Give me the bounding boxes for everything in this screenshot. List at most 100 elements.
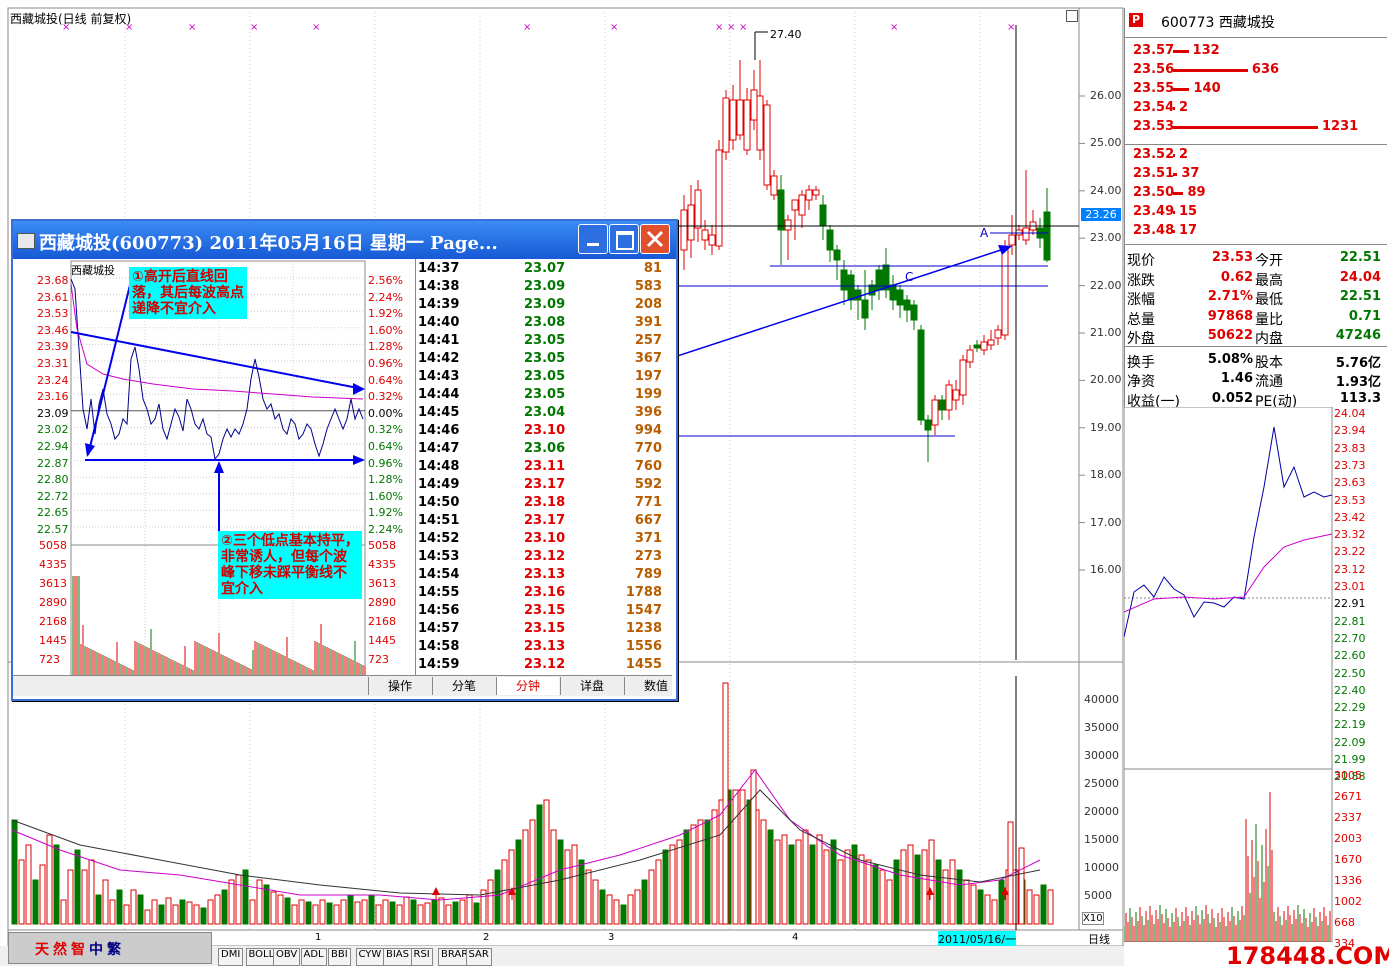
tool-button[interactable]: 中 (89, 939, 103, 959)
volume-bar (816, 834, 823, 925)
tick-row: 14:40 23.08 391 (416, 315, 674, 333)
tick-time: 14:38 (418, 279, 460, 294)
ask-price: 23.56 (1133, 62, 1175, 77)
volume-bar (396, 904, 403, 925)
volume-bar (102, 879, 109, 925)
intraday-pct-tick: 0.96% (368, 357, 403, 370)
ask-volume: 2 (1179, 100, 1189, 115)
intraday-price-tick: 22.57 (37, 523, 69, 536)
volume-tick: 40000 (1084, 693, 1119, 706)
tick-volume: 391 (634, 315, 662, 330)
popup-titlebar[interactable]: 西藏城投(600773) 2011年05月16日 星期一 Page... (13, 221, 676, 259)
stat-value: 50622 (1207, 328, 1253, 343)
volume-bar (711, 809, 718, 925)
tick-time: 14:50 (418, 495, 460, 510)
bid-depth-bar (1173, 230, 1175, 233)
intraday-pct-tick: 0.64% (368, 373, 403, 387)
volume-bar (634, 889, 641, 925)
tool-button[interactable]: 繁 (107, 939, 121, 959)
volume-bar (382, 899, 389, 925)
indicator-tab[interactable]: SAR (465, 948, 492, 966)
volume-bar (571, 844, 578, 925)
volume-bar (354, 901, 361, 925)
volume-bar (46, 834, 53, 925)
indicator-tab[interactable]: OBV (273, 948, 301, 966)
mini-price-tick: 22.70 (1334, 631, 1366, 645)
tick-table[interactable]: 14:37 23.07 81 14:38 23.09 583 14:39 23.09 208 14… (415, 259, 673, 675)
volume-bar (186, 901, 193, 925)
indicator-tab[interactable]: RSI (410, 948, 433, 966)
volume-bar (417, 904, 424, 925)
intraday-vol-tick: 2890 (39, 596, 67, 609)
candle-body (910, 304, 918, 321)
volume-bar (1018, 847, 1025, 925)
minimize-button[interactable] (578, 224, 608, 254)
divider (1125, 37, 1387, 38)
maximize-button[interactable] (609, 224, 639, 254)
maximize-chart-icon[interactable] (1066, 10, 1078, 22)
price-tick: 26.00 (1090, 89, 1122, 102)
volume-bar (137, 894, 144, 925)
ask-depth-bar (1173, 88, 1190, 91)
period-label[interactable]: 日线 (1088, 931, 1110, 947)
price-tick: 25.00 (1090, 136, 1122, 150)
minute-detail-popup[interactable]: 西藏城投(600773) 2011年05月16日 星期一 Page... 西藏城… (11, 219, 678, 701)
volume-bar (389, 901, 396, 925)
indicator-tab[interactable]: CYW (355, 948, 385, 966)
popup-tab[interactable]: 操作 (368, 677, 431, 695)
price-tick: 23.00 (1090, 231, 1122, 245)
tick-time: 14:47 (418, 441, 460, 456)
tick-row: 14:51 23.17 667 (416, 513, 674, 531)
indicator-tab[interactable]: ADL (300, 948, 327, 966)
popup-tab[interactable]: 详盘 (560, 677, 623, 695)
volume-bar (53, 844, 60, 925)
candle-body (980, 341, 988, 351)
tick-volume: 367 (634, 351, 662, 366)
volume-tick: 15000 (1084, 833, 1119, 846)
popup-tab[interactable]: 数值 (624, 677, 687, 695)
candle-body (896, 289, 904, 306)
indicator-tab[interactable]: BIAS (383, 948, 412, 966)
intraday-pct-tick: 1.92% (368, 506, 403, 520)
bid-volume: 2 (1179, 147, 1189, 162)
ask-volume: 1231 (1322, 119, 1359, 134)
volume-bar (340, 899, 347, 925)
price-tick: 18.00 (1090, 468, 1122, 482)
tick-volume: 667 (634, 513, 662, 528)
indicator-tab[interactable]: BBI (328, 948, 351, 966)
tool-button[interactable]: 天 (35, 939, 49, 959)
popup-tab[interactable]: 分笔 (432, 677, 495, 695)
tool-button[interactable]: 智 (71, 939, 85, 959)
indicator-tab[interactable]: DMI (218, 948, 244, 966)
popup-title: 西藏城投(600773) 2011年05月16日 星期一 Page... (39, 233, 498, 254)
intraday-pct-tick: 0.32% (368, 390, 403, 404)
close-button[interactable] (640, 224, 670, 254)
mini-price-tick: 22.19 (1334, 718, 1366, 732)
volume-bar (949, 859, 956, 925)
mini-volume-tick: 2337 (1334, 811, 1362, 824)
popup-tab[interactable]: 分钟 (496, 677, 559, 695)
tool-button[interactable]: 然 (53, 939, 67, 959)
volume-bar (767, 829, 774, 925)
intraday-price-tick: 22.80 (37, 473, 69, 487)
intraday-price-tick: 23.61 (37, 290, 69, 304)
volume-tick: 35000 (1084, 721, 1119, 734)
note-1: ①高开后直线回落，其后每波高点递降不宜介入 (129, 267, 247, 319)
volume-bar (32, 879, 39, 925)
ask-depth-bar (1173, 107, 1175, 110)
volume-bar (151, 899, 158, 925)
stat-value: 1.93亿 (1335, 375, 1381, 390)
volume-bar (557, 839, 564, 925)
mini-volume-tick: 2671 (1334, 790, 1362, 803)
tick-row: 14:57 23.15 1238 (416, 621, 674, 639)
volume-bar (655, 859, 662, 925)
intraday-chart[interactable] (13, 259, 415, 697)
volume-bar (298, 899, 305, 925)
stat-label: 今开 (1255, 253, 1283, 269)
tick-row: 14:55 23.16 1788 (416, 585, 674, 603)
candle-body (966, 349, 974, 363)
candle-body (694, 189, 702, 229)
intraday-pct-tick: 1.28% (368, 473, 403, 487)
stat-label: 流通 (1255, 374, 1283, 390)
tick-price: 23.17 (524, 513, 566, 528)
